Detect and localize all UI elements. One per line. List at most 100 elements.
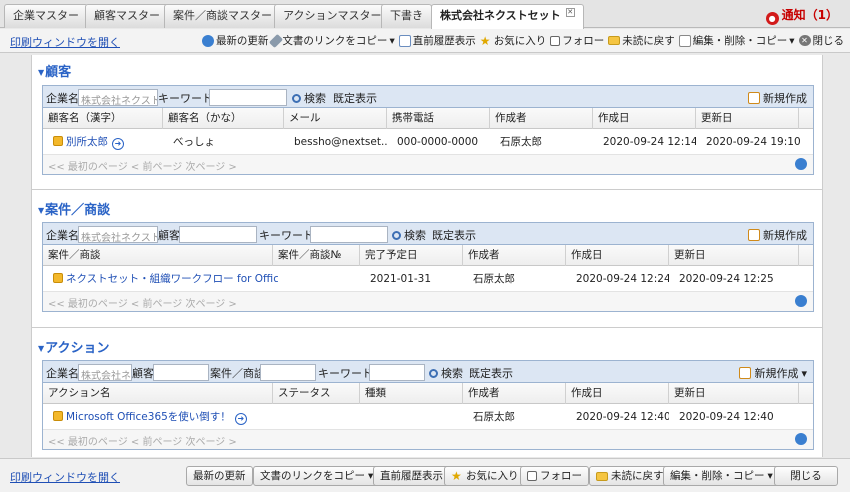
refresh-icon[interactable] bbox=[795, 158, 807, 170]
section-title[interactable]: ▼案件／商談 bbox=[38, 199, 110, 218]
keyword-field[interactable] bbox=[369, 364, 425, 381]
copy-link-label: 文書のリンクをコピー bbox=[260, 470, 365, 482]
column-header[interactable]: メール bbox=[284, 108, 387, 129]
print-window-link[interactable]: 印刷ウィンドウを開く bbox=[10, 469, 120, 485]
folder-icon bbox=[596, 471, 608, 481]
search-button[interactable]: 検索 bbox=[392, 227, 426, 243]
default-view-link[interactable]: 既定表示 bbox=[333, 90, 377, 106]
pager-links[interactable]: << 最初のページ < 前ページ 次ページ > bbox=[48, 433, 237, 448]
cell-due: 2021-01-31 bbox=[370, 273, 432, 285]
bottom-toolbar: 印刷ウィンドウを開く 最新の更新 文書のリンクをコピー ▾ 直前履歴表示 ★ お気に… bbox=[0, 458, 850, 492]
follow-button[interactable]: フォロー bbox=[550, 33, 604, 48]
search-bar: 企業名 株式会社ネクストセ キーワード 検索 既定表示 新規作成 bbox=[43, 86, 813, 108]
company-field[interactable]: 株式会社ネク bbox=[78, 364, 132, 381]
column-header[interactable]: 案件／商談 bbox=[43, 245, 273, 266]
edit-menu-button[interactable]: 編集・削除・コピー ▾ bbox=[678, 33, 795, 48]
action-name-link[interactable]: Microsoft Office365を使い倒す！ bbox=[66, 411, 231, 423]
tab-deal-master[interactable]: 案件／商談マスター bbox=[164, 4, 281, 28]
deal-name-link[interactable]: ネクストセット・組織ワークフロー for Office bbox=[66, 273, 278, 285]
column-header[interactable]: 顧客名（漢字） bbox=[43, 108, 163, 129]
new-menu-button[interactable]: 新規作成 ▾ bbox=[739, 365, 807, 381]
customer-label: 顧客 bbox=[158, 229, 180, 242]
refresh-button[interactable]: 最新の更新 bbox=[201, 33, 269, 48]
follow-button[interactable]: フォロー bbox=[520, 466, 589, 486]
edit-menu-button[interactable]: 編集・削除・コピー ▾ bbox=[663, 466, 780, 486]
column-header[interactable]: 作成日 bbox=[593, 108, 696, 129]
default-view-link[interactable]: 既定表示 bbox=[432, 227, 476, 243]
refresh-label: 最新の更新 bbox=[215, 35, 269, 47]
open-arrow-icon[interactable]: ➜ bbox=[234, 413, 247, 425]
tab-close-icon[interactable]: ✕ bbox=[565, 8, 575, 17]
checkbox-icon bbox=[550, 35, 561, 46]
keyword-field[interactable] bbox=[209, 89, 287, 106]
favorite-button[interactable]: ★ お気に入り bbox=[444, 466, 526, 486]
search-button[interactable]: 検索 bbox=[292, 90, 326, 106]
favorite-label: お気に入り bbox=[493, 35, 547, 47]
tab-company-master[interactable]: 企業マスター bbox=[4, 4, 88, 28]
section-title[interactable]: ▼アクション bbox=[38, 337, 110, 356]
table-row[interactable]: ネクストセット・組織ワークフロー for Office 2021-01-31 石… bbox=[43, 266, 813, 292]
keyword-field[interactable] bbox=[310, 226, 388, 243]
new-button[interactable]: 新規作成 bbox=[748, 227, 807, 243]
close-button[interactable]: ✕ 閉じる bbox=[798, 33, 844, 48]
column-header[interactable]: 更新日 bbox=[696, 108, 799, 129]
column-header[interactable]: 案件／商談№ bbox=[273, 245, 360, 266]
pager-links[interactable]: << 最初のページ < 前ページ 次ページ > bbox=[48, 295, 237, 310]
refresh-icon[interactable] bbox=[795, 295, 807, 307]
refresh-label: 最新の更新 bbox=[193, 470, 246, 482]
company-field[interactable]: 株式会社ネクストセ bbox=[78, 89, 158, 106]
mark-unread-button[interactable]: 未読に戻す bbox=[608, 33, 675, 48]
column-header[interactable]: 完了予定日 bbox=[360, 245, 463, 266]
tab-drafts[interactable]: 下書き bbox=[381, 4, 432, 28]
bell-icon: ● bbox=[765, 12, 779, 25]
company-field[interactable]: 株式会社ネクストセ bbox=[78, 226, 158, 243]
copy-link-button[interactable]: 文書のリンクをコピー ▾ bbox=[253, 466, 381, 486]
refresh-button[interactable]: 最新の更新 bbox=[186, 466, 253, 486]
star-icon: ★ bbox=[451, 469, 462, 483]
column-header[interactable]: 作成日 bbox=[566, 245, 669, 266]
table-row[interactable]: Microsoft Office365を使い倒す！ ➜ 石原太郎 2020-09-… bbox=[43, 404, 813, 430]
column-header[interactable]: 作成者 bbox=[463, 383, 566, 404]
copy-link-button[interactable]: 文書のリンクをコピー ▾ bbox=[269, 33, 395, 48]
close-button[interactable]: 閉じる bbox=[774, 466, 838, 486]
search-icon bbox=[292, 93, 301, 103]
tab-nextset-company[interactable]: 株式会社ネクストセット ✕ bbox=[431, 4, 584, 29]
print-window-link[interactable]: 印刷ウィンドウを開く bbox=[10, 34, 120, 50]
column-header[interactable]: 携帯電話 bbox=[387, 108, 490, 129]
column-header[interactable]: ステータス bbox=[273, 383, 360, 404]
refresh-icon[interactable] bbox=[795, 433, 807, 445]
customer-field[interactable] bbox=[179, 226, 257, 243]
cell-creator: 石原太郎 bbox=[473, 411, 515, 423]
mark-unread-button[interactable]: 未読に戻す bbox=[589, 466, 671, 486]
column-header[interactable]: 更新日 bbox=[669, 245, 799, 266]
column-header[interactable]: 作成日 bbox=[566, 383, 669, 404]
unread-label: 未読に戻す bbox=[611, 470, 664, 482]
open-arrow-icon[interactable]: ➜ bbox=[112, 138, 124, 150]
notification-label: 通知（1） bbox=[781, 8, 838, 22]
section-title[interactable]: ▼顧客 bbox=[38, 61, 71, 80]
tab-action-master[interactable]: アクションマスター bbox=[274, 4, 391, 28]
column-header[interactable]: 更新日 bbox=[669, 383, 799, 404]
notification-link[interactable]: ● 通知（1） bbox=[765, 6, 838, 25]
search-button[interactable]: 検索 bbox=[429, 365, 463, 381]
default-view-link[interactable]: 既定表示 bbox=[469, 365, 513, 381]
tab-customer-master[interactable]: 顧客マスター bbox=[85, 4, 169, 28]
deal-label: 案件／商談 bbox=[210, 367, 265, 380]
history-button[interactable]: 直前履歴表示 bbox=[373, 466, 450, 486]
deal-field[interactable] bbox=[260, 364, 316, 381]
customer-field[interactable] bbox=[153, 364, 209, 381]
table-row[interactable]: 別所太郎 ➜ べっしょ bessho@nextset.... 000-0000-0… bbox=[43, 129, 813, 155]
column-header[interactable]: 種類 bbox=[360, 383, 463, 404]
column-header[interactable]: 作成者 bbox=[490, 108, 593, 129]
column-header[interactable]: 顧客名（かな） bbox=[163, 108, 284, 129]
column-header[interactable]: 作成者 bbox=[463, 245, 566, 266]
favorite-button[interactable]: ★ お気に入り bbox=[480, 33, 547, 48]
pager-links[interactable]: << 最初のページ < 前ページ 次ページ > bbox=[48, 158, 237, 173]
column-header[interactable]: アクション名 bbox=[43, 383, 273, 404]
search-label: 検索 bbox=[441, 367, 463, 380]
customer-name-link[interactable]: 別所太郎 bbox=[66, 136, 108, 148]
history-button[interactable]: 直前履歴表示 bbox=[398, 33, 476, 48]
new-button[interactable]: 新規作成 bbox=[748, 90, 807, 106]
collapse-triangle-icon: ▼ bbox=[38, 68, 45, 77]
follow-label: フォロー bbox=[562, 35, 605, 47]
